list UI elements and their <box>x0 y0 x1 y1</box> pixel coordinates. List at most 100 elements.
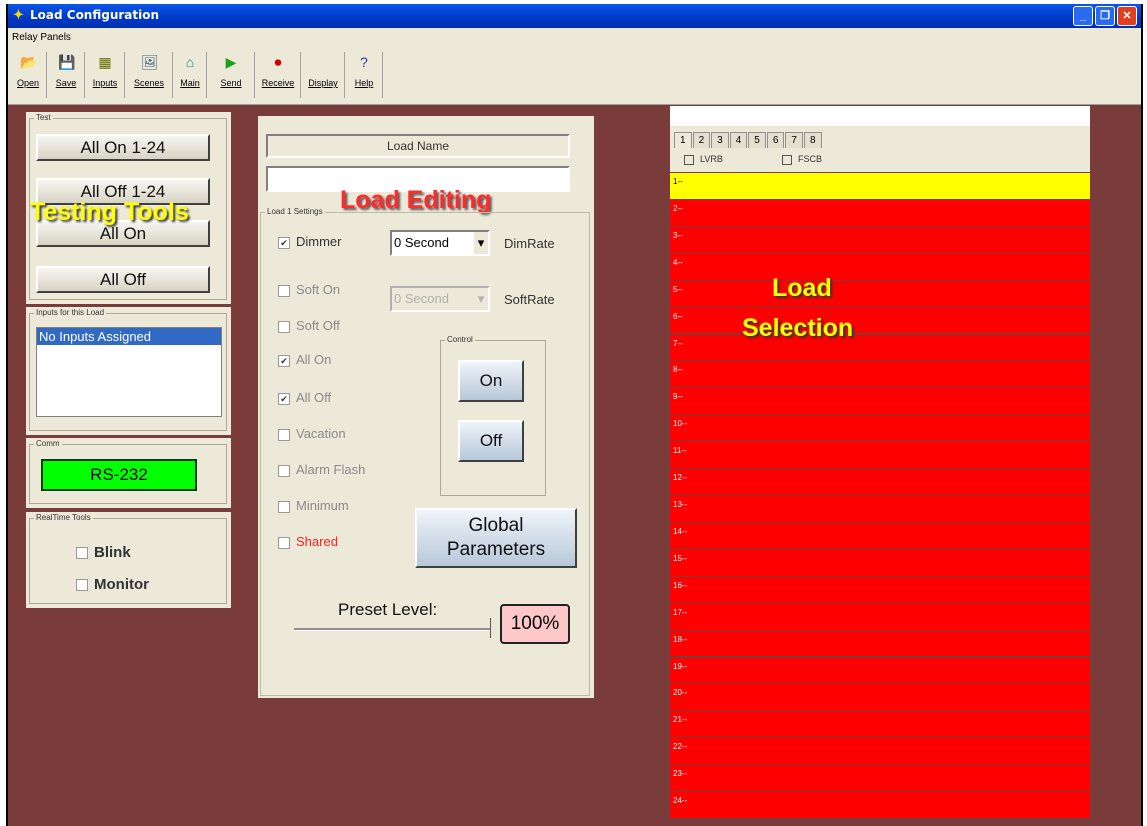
monitor-checkbox[interactable]: Monitor <box>76 576 149 593</box>
load-selection-search-input[interactable] <box>670 106 1090 126</box>
list-item[interactable]: No Inputs Assigned <box>37 328 221 345</box>
preset-slider-track[interactable] <box>294 628 490 631</box>
load-row-17[interactable]: 17-- <box>670 602 1090 630</box>
load-row-1[interactable]: 1-- <box>670 172 1090 199</box>
dropdown-arrow-icon[interactable]: ▾ <box>474 288 488 310</box>
tab-7[interactable]: 7 <box>785 132 803 148</box>
load-settings-label: Load 1 Settings <box>265 207 325 216</box>
load-row-18[interactable]: 18-- <box>670 629 1090 657</box>
record-icon: ⏺ <box>274 54 282 70</box>
shared-checkbox[interactable]: Shared <box>278 534 338 549</box>
minimum-checkbox[interactable]: Minimum <box>278 498 349 513</box>
load-row-9[interactable]: 9-- <box>670 387 1090 415</box>
dimmer-checkbox[interactable]: ✔ Dimmer <box>278 234 342 249</box>
monitor-box <box>76 579 88 592</box>
fscb-checkbox[interactable]: FSCB <box>782 154 822 165</box>
help-label: Help <box>354 78 374 88</box>
load-row-4[interactable]: 4-- <box>670 252 1090 280</box>
tab-3[interactable]: 3 <box>711 132 729 148</box>
load-selection-overlay-2: Selection <box>742 314 854 342</box>
preset-slider-thumb[interactable] <box>484 618 491 638</box>
tab-5[interactable]: 5 <box>748 132 766 148</box>
load-row-23[interactable]: 23-- <box>670 764 1090 792</box>
soft-rate-label: SoftRate <box>504 292 555 307</box>
receive-button[interactable]: ⏺ Receive <box>256 52 301 98</box>
load-row-14[interactable]: 14-- <box>670 521 1090 549</box>
load-row-3[interactable]: 3-- <box>670 225 1090 253</box>
load-editing-panel: Load Name Load Editing Load 1 Settings ✔… <box>258 116 594 698</box>
load-row-20[interactable]: 20-- <box>670 683 1090 711</box>
all-off-button[interactable]: All Off <box>36 266 210 293</box>
all-on-checkbox[interactable]: ✔ All On <box>278 352 331 367</box>
lvrb-checkbox[interactable]: LVRB <box>684 154 723 165</box>
alarm-flash-checkbox[interactable]: Alarm Flash <box>278 462 365 477</box>
load-row-12[interactable]: 12-- <box>670 468 1090 495</box>
tab-1[interactable]: 1 <box>674 132 692 148</box>
help-button[interactable]: ? Help <box>346 52 383 98</box>
inputs-button[interactable]: ▦ Inputs <box>86 52 125 98</box>
dim-rate-select[interactable]: 0 Second ▾ <box>390 230 490 256</box>
restore-button[interactable]: ❐ <box>1095 6 1115 26</box>
global-parameters-button[interactable]: Global Parameters <box>415 508 577 568</box>
load-row-8[interactable]: 8-- <box>670 360 1090 388</box>
panel-tabs: 12345678 <box>674 130 823 150</box>
all-off-checkbox[interactable]: ✔ All Off <box>278 390 331 405</box>
send-button[interactable]: ▶ Send <box>208 52 255 98</box>
close-button[interactable]: ✕ <box>1117 6 1137 26</box>
load-name-label: Load Name <box>266 134 570 158</box>
testing-tools-overlay: Testing Tools <box>30 198 189 226</box>
inputs-list[interactable]: No Inputs Assigned <box>36 327 222 417</box>
inputs-panel: Inputs for this Load No Inputs Assigned <box>26 307 231 435</box>
main-button[interactable]: ⌂ Main <box>174 52 207 98</box>
scenes-button[interactable]: 🖼 Scenes <box>126 52 173 98</box>
load-row-13[interactable]: 13-- <box>670 495 1090 522</box>
load-selection-overlay-1: Load <box>772 274 832 302</box>
load-row-11[interactable]: 11-- <box>670 441 1090 469</box>
load-row-22[interactable]: 22-- <box>670 737 1090 765</box>
blink-checkbox[interactable]: Blink <box>76 544 131 561</box>
display-button[interactable]: Display <box>302 52 345 98</box>
tab-8[interactable]: 8 <box>803 132 822 148</box>
scenes-icon: 🖼 <box>141 54 159 70</box>
dim-rate-label: DimRate <box>504 236 555 251</box>
load-row-5[interactable]: 5-- <box>670 279 1090 307</box>
tab-2[interactable]: 2 <box>692 132 711 148</box>
monitor-label: Monitor <box>94 576 149 593</box>
soft-rate-select[interactable]: 0 Second ▾ <box>390 286 490 312</box>
control-group-label: Control <box>445 335 475 344</box>
vacation-checkbox[interactable]: Vacation <box>278 426 346 441</box>
open-button[interactable]: 📂 Open <box>10 52 47 98</box>
menu-relay-panels[interactable]: Relay Panels <box>12 32 71 43</box>
minimize-button[interactable]: _ <box>1073 6 1093 26</box>
all-on-1-24-button[interactable]: All On 1-24 <box>36 134 210 161</box>
soft-off-checkbox[interactable]: Soft Off <box>278 318 340 333</box>
preset-level-value[interactable]: 100% <box>500 604 570 644</box>
load-row-16[interactable]: 16-- <box>670 575 1090 603</box>
main-label: Main <box>180 78 200 88</box>
load-row-10[interactable]: 10-- <box>670 414 1090 442</box>
preset-level-label: Preset Level: <box>338 600 438 619</box>
load-row-19[interactable]: 19-- <box>670 656 1090 684</box>
load-row-2[interactable]: 2-- <box>670 198 1090 226</box>
realtime-panel: RealTime Tools Blink Monitor <box>26 512 231 608</box>
inputs-group-label: Inputs for this Load <box>34 308 107 317</box>
load-configuration-window: ✦ Load Configuration _ ❐ ✕ Relay Panels … <box>6 4 1143 826</box>
soft-on-checkbox[interactable]: Soft On <box>278 282 340 297</box>
control-on-button[interactable]: On <box>458 360 524 402</box>
control-off-button[interactable]: Off <box>458 420 524 462</box>
play-arrow-icon: ▶ <box>225 54 237 70</box>
dropdown-arrow-icon[interactable]: ▾ <box>474 232 488 254</box>
load-row-24[interactable]: 24-- <box>670 791 1090 818</box>
comm-group-label: Comm <box>34 439 62 448</box>
blink-box <box>76 547 88 560</box>
load-row-7[interactable]: 7-- <box>670 333 1090 361</box>
load-config-icon: ✦ <box>13 7 24 22</box>
load-row-21[interactable]: 21-- <box>670 710 1090 738</box>
tab-4[interactable]: 4 <box>729 132 748 148</box>
load-row-15[interactable]: 15-- <box>670 548 1090 576</box>
tab-6[interactable]: 6 <box>766 132 785 148</box>
save-button[interactable]: 💾 Save <box>48 52 85 98</box>
load-row-6[interactable]: 6-- <box>670 306 1090 334</box>
display-label: Display <box>308 78 338 88</box>
comm-status[interactable]: RS-232 <box>41 459 197 491</box>
